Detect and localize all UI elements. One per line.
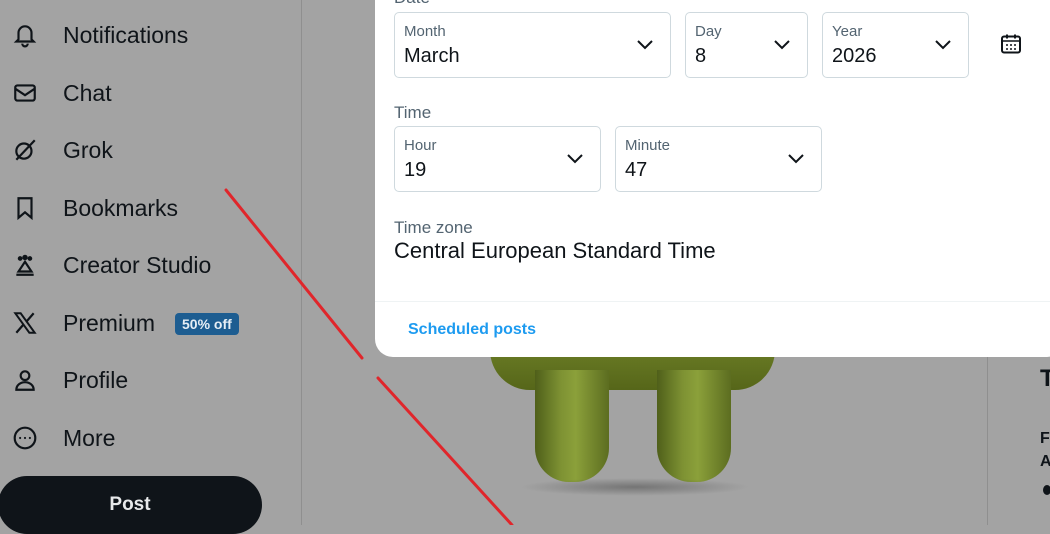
x-logo-icon	[10, 308, 40, 338]
time-heading: Time	[394, 103, 432, 122]
nav-item-more[interactable]: More	[0, 418, 230, 458]
nav-label: Chat	[63, 80, 112, 106]
nav-item-bookmarks[interactable]: Bookmarks	[0, 188, 230, 228]
nav-item-profile[interactable]: Profile	[0, 360, 230, 400]
bell-icon	[10, 20, 40, 50]
nav-label: Creator Studio	[63, 252, 212, 278]
chevron-down-icon	[774, 40, 790, 50]
day-value: 8	[695, 45, 707, 67]
timezone-value: Central European Standard Time	[394, 238, 716, 263]
discount-badge: 50% off	[175, 313, 239, 335]
nav-item-premium[interactable]: Premium 50% off	[0, 303, 260, 343]
nav-label: Notifications	[63, 22, 189, 48]
nav-label: Grok	[63, 137, 113, 163]
nav-divider	[301, 0, 302, 525]
right-column-heading-fragment: T	[1040, 365, 1050, 392]
robot-leg-left	[535, 370, 609, 482]
nav-label: More	[63, 425, 116, 451]
month-value: March	[404, 45, 460, 67]
minute-label: Minute	[625, 137, 671, 154]
month-label: Month	[404, 23, 446, 40]
scheduled-posts-link[interactable]: Scheduled posts	[408, 321, 536, 339]
post-button[interactable]: Post	[0, 476, 262, 534]
creator-studio-icon	[10, 250, 40, 280]
timezone-label: Time zone	[394, 218, 473, 237]
year-select[interactable]: Year 2026	[822, 12, 969, 78]
chevron-down-icon	[637, 40, 653, 50]
right-column-text-fragment: A	[1040, 453, 1050, 470]
grok-icon	[10, 135, 40, 165]
modal-divider	[375, 301, 1050, 302]
nav-item-chat[interactable]: Chat	[0, 73, 230, 113]
right-column-icon-fragment	[1043, 485, 1050, 495]
month-select[interactable]: Month March	[394, 12, 671, 78]
nav-label: Bookmarks	[63, 195, 179, 221]
nav-label: Profile	[63, 367, 129, 393]
hour-value: 19	[404, 159, 427, 181]
person-icon	[10, 365, 40, 395]
minute-select[interactable]: Minute 47	[615, 126, 822, 192]
chevron-down-icon	[788, 154, 804, 164]
more-circle-icon	[10, 423, 40, 453]
nav-item-notifications[interactable]: Notifications	[0, 15, 230, 55]
robot-leg-right	[657, 370, 731, 482]
year-label: Year	[832, 23, 863, 40]
day-label: Day	[695, 23, 722, 40]
nav-item-creator-studio[interactable]: Creator Studio	[0, 245, 230, 285]
day-select[interactable]: Day 8	[685, 12, 808, 78]
calendar-icon[interactable]	[999, 32, 1023, 56]
envelope-icon	[10, 78, 40, 108]
hour-select[interactable]: Hour 19	[394, 126, 601, 192]
right-column-text-fragment: F	[1040, 430, 1050, 447]
chevron-down-icon	[567, 154, 583, 164]
nav-item-grok[interactable]: Grok	[0, 130, 230, 170]
right-column-divider	[987, 355, 988, 525]
minute-value: 47	[625, 159, 648, 181]
bookmark-icon	[10, 193, 40, 223]
chevron-down-icon	[935, 40, 951, 50]
hour-label: Hour	[404, 137, 437, 154]
date-heading: Date	[394, 0, 430, 8]
left-navigation: Notifications Chat Grok Bookmarks Creato…	[0, 0, 302, 534]
schedule-modal: Date Month March Day 8 Year 2026 Time Ho…	[375, 0, 1050, 357]
robot-shadow	[520, 478, 750, 496]
nav-label: Premium	[63, 310, 156, 336]
year-value: 2026	[832, 45, 877, 67]
